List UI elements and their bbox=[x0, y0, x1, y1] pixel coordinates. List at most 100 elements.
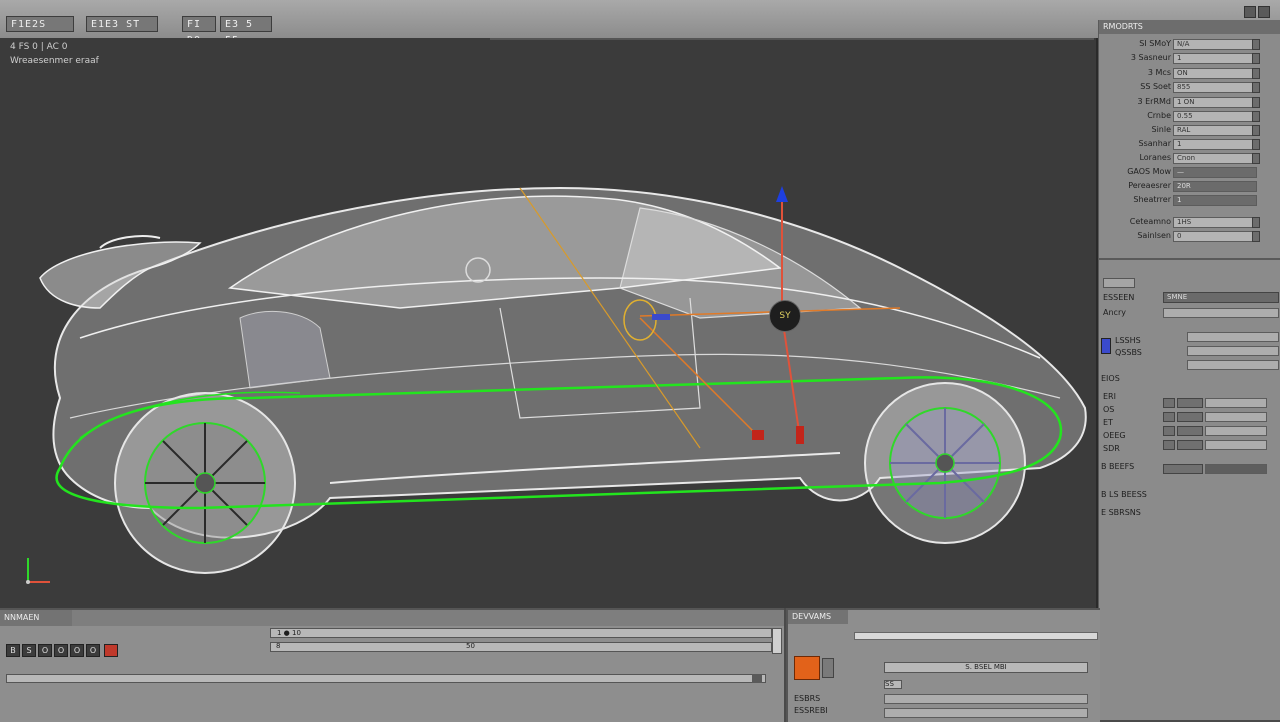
properties-panel: RMODRTS SI SMoY N/A 3 Sasneur 1 3 Mcs ON… bbox=[1098, 20, 1280, 720]
close-icon[interactable] bbox=[1258, 6, 1270, 18]
section-dropdown[interactable]: SMNE bbox=[1163, 292, 1279, 303]
checkbox[interactable] bbox=[1163, 398, 1175, 408]
car-wireframe-canvas bbox=[39, 186, 1087, 574]
lower-label: OEEG bbox=[1103, 431, 1126, 440]
spinner-icon[interactable] bbox=[1252, 125, 1260, 136]
app-window: F1E2S E1E3 ST FI DO E3 5 55 4 FS 0 | AC … bbox=[0, 0, 1280, 722]
material-swatch-icon[interactable] bbox=[794, 656, 820, 680]
section-label: EIOS bbox=[1101, 374, 1120, 383]
3d-viewport[interactable]: 4 FS 0 | AC 0 Wreaesenmer eraaf SY bbox=[0, 38, 1098, 608]
front-wheel bbox=[864, 382, 1026, 544]
spinner-icon[interactable] bbox=[1252, 231, 1260, 242]
timeline-range-slider[interactable] bbox=[6, 674, 766, 683]
material-label: ESSREBI bbox=[794, 706, 828, 715]
material-slider[interactable] bbox=[854, 632, 1098, 640]
lower-field[interactable] bbox=[1205, 426, 1267, 436]
lower-field[interactable] bbox=[1205, 412, 1267, 422]
rear-wheel bbox=[114, 392, 296, 574]
next-frame-button[interactable]: O bbox=[70, 644, 84, 657]
section-toggle[interactable] bbox=[1103, 278, 1135, 288]
spinner-icon[interactable] bbox=[1252, 82, 1260, 93]
spinner-icon[interactable] bbox=[1252, 39, 1260, 50]
menu-edit[interactable]: E1E3 ST bbox=[86, 16, 158, 32]
properties-header: RMODRTS bbox=[1099, 20, 1280, 34]
section-label: Ancry bbox=[1103, 308, 1126, 317]
material-name-field[interactable]: S. BSEL MBI bbox=[884, 662, 1088, 673]
prop-row: 3 ErRMd 1 ON bbox=[1099, 96, 1280, 110]
section-label: ESSEEN bbox=[1103, 293, 1135, 302]
prop-field[interactable]: 1 bbox=[1173, 195, 1257, 206]
material-label: ESBRS bbox=[794, 694, 821, 703]
prop-field[interactable]: 1HS bbox=[1173, 217, 1257, 228]
lower-field[interactable] bbox=[1177, 440, 1203, 450]
go-end-button[interactable]: O bbox=[86, 644, 100, 657]
spinner-icon[interactable] bbox=[1252, 139, 1260, 150]
lower-field[interactable] bbox=[1177, 398, 1203, 408]
prop-field[interactable]: RAL bbox=[1173, 125, 1257, 136]
checkbox[interactable] bbox=[1163, 426, 1175, 436]
section-field[interactable] bbox=[1187, 360, 1279, 370]
spinner-icon[interactable] bbox=[1252, 153, 1260, 164]
prop-field[interactable]: Cnon bbox=[1173, 153, 1257, 164]
prop-row: SI SMoY N/A bbox=[1099, 38, 1280, 52]
prop-field[interactable]: N/A bbox=[1173, 39, 1257, 50]
lower-field[interactable] bbox=[1205, 464, 1267, 474]
lower-field[interactable] bbox=[1205, 398, 1267, 408]
checkbox[interactable] bbox=[1163, 412, 1175, 422]
prop-field[interactable]: 855 bbox=[1173, 82, 1257, 93]
range-handle[interactable] bbox=[752, 674, 762, 683]
section-field[interactable] bbox=[1187, 332, 1279, 342]
prop-row: Crnbe 0.55 bbox=[1099, 110, 1280, 124]
transform-gizmo-center[interactable]: SY bbox=[769, 300, 801, 332]
lower-field[interactable] bbox=[1163, 464, 1203, 474]
menu-view[interactable]: FI DO bbox=[182, 16, 216, 46]
spinner-icon[interactable] bbox=[1252, 68, 1260, 79]
menu-file[interactable]: F1E2S bbox=[6, 16, 74, 32]
record-button[interactable]: B bbox=[6, 644, 20, 657]
prop-field[interactable]: ON bbox=[1173, 68, 1257, 79]
go-start-button[interactable]: S bbox=[22, 644, 36, 657]
gizmo-y-arrow bbox=[776, 186, 788, 202]
footer-label: B LS BEESS bbox=[1101, 490, 1147, 499]
checkbox[interactable] bbox=[1163, 440, 1175, 450]
prop-field[interactable]: 1 bbox=[1173, 139, 1257, 150]
prop-field[interactable]: 20R bbox=[1173, 181, 1257, 192]
section-field[interactable] bbox=[1163, 308, 1279, 318]
material-field[interactable] bbox=[884, 694, 1088, 704]
footer-label: E SBRSNS bbox=[1101, 508, 1141, 517]
prev-frame-button[interactable]: O bbox=[38, 644, 52, 657]
prop-field[interactable]: 1 ON bbox=[1173, 97, 1257, 108]
axis-indicator-icon bbox=[26, 558, 50, 584]
timeline-panel: NNMAEN B S O O O O 1 ● 10 8 50 bbox=[0, 608, 784, 722]
prop-field[interactable]: 0.55 bbox=[1173, 111, 1257, 122]
section-label: QSSBS bbox=[1115, 348, 1142, 357]
spinner-icon[interactable] bbox=[1252, 97, 1260, 108]
track-label: 8 bbox=[276, 642, 281, 650]
spinner-icon[interactable] bbox=[1252, 111, 1260, 122]
prop-row: 3 Sasneur 1 bbox=[1099, 52, 1280, 66]
color-swatch-icon[interactable] bbox=[1101, 338, 1111, 354]
spinner-icon[interactable] bbox=[1252, 217, 1260, 228]
menu-tools[interactable]: E3 5 55 bbox=[220, 16, 272, 46]
material-tab[interactable]: DEVVAMS bbox=[788, 610, 848, 624]
prop-field[interactable]: 1 bbox=[1173, 53, 1257, 64]
prop-row: Sainlsen 0 bbox=[1099, 230, 1280, 244]
section-field[interactable] bbox=[1187, 346, 1279, 356]
prop-field[interactable]: 0 bbox=[1173, 231, 1257, 242]
lower-field[interactable] bbox=[1177, 426, 1203, 436]
minimize-icon[interactable] bbox=[1244, 6, 1256, 18]
timeline-ruler[interactable]: 1 ● 10 bbox=[270, 628, 772, 638]
material-small-field[interactable]: SS bbox=[884, 680, 902, 689]
lower-field[interactable] bbox=[1205, 440, 1267, 450]
timeline-tab[interactable]: NNMAEN bbox=[0, 610, 72, 626]
key-icon[interactable] bbox=[104, 644, 118, 657]
lower-field[interactable] bbox=[1177, 412, 1203, 422]
material-field[interactable] bbox=[884, 708, 1088, 718]
material-preview-icon[interactable] bbox=[822, 658, 834, 678]
spinner-icon[interactable] bbox=[1252, 53, 1260, 64]
timeline-track[interactable] bbox=[270, 642, 772, 652]
timeline-scrollbar[interactable] bbox=[772, 628, 782, 654]
prop-field[interactable]: — bbox=[1173, 167, 1257, 178]
section-label: LSSHS bbox=[1115, 336, 1141, 345]
play-button[interactable]: O bbox=[54, 644, 68, 657]
